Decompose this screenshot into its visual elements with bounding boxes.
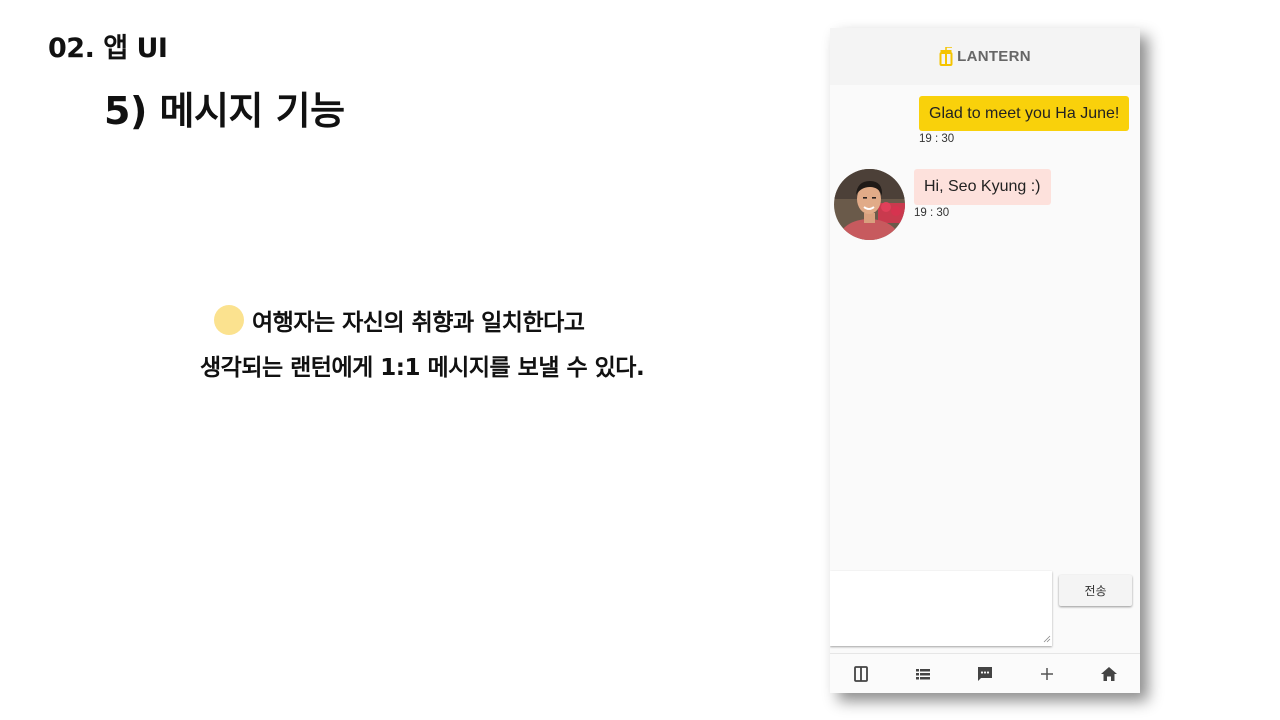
section-title: 02. 앱 UI	[48, 33, 168, 64]
send-button[interactable]: 전송	[1059, 575, 1132, 606]
nav-guide[interactable]	[841, 656, 881, 692]
resize-grip-icon[interactable]	[1043, 635, 1051, 643]
received-message-time: 19 : 30	[914, 207, 950, 219]
lantern-logo-icon	[939, 46, 953, 66]
bullet-dot	[214, 305, 244, 335]
sent-message-bubble: Glad to meet you Ha June!	[919, 96, 1130, 131]
nav-list[interactable]	[903, 656, 943, 692]
nav-home[interactable]	[1089, 656, 1129, 692]
received-message-bubble: Hi, Seo Kyung :)	[914, 169, 1051, 205]
nav-chat[interactable]	[965, 656, 1005, 692]
avatar-photo	[834, 169, 905, 240]
nav-add[interactable]	[1027, 656, 1067, 692]
app-header: LANTERN	[830, 28, 1140, 85]
slide-title: 5) 메시지 기능	[104, 89, 345, 133]
description-text-1: 여행자는 자신의 취향과 일치한다고	[252, 310, 585, 336]
list-icon	[916, 669, 930, 680]
description-line-1: 여행자는 자신의 취향과 일치한다고	[214, 303, 585, 337]
chat-icon	[978, 667, 992, 681]
phone-mockup: LANTERN Glad to meet you Ha June! 19 : 3…	[830, 28, 1140, 693]
brand-name: LANTERN	[957, 48, 1031, 65]
avatar[interactable]	[834, 169, 905, 240]
lantern-guide-icon	[854, 666, 868, 682]
sent-message-time: 19 : 30	[919, 133, 955, 145]
message-input[interactable]	[830, 571, 1052, 646]
home-icon	[1101, 667, 1117, 681]
description-line-2: 생각되는 랜턴에게 1:1 메시지를 보낼 수 있다.	[200, 355, 645, 381]
plus-icon	[1041, 668, 1053, 680]
bottom-nav	[830, 653, 1140, 693]
